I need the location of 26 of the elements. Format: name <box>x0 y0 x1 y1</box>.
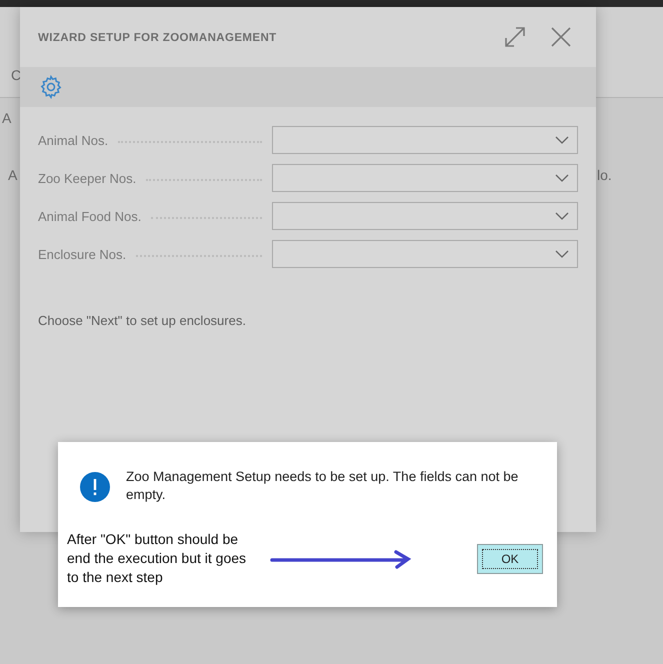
field-label: Animal Nos. <box>38 132 108 148</box>
dialog-title: WIZARD SETUP FOR ZOOMANAGEMENT <box>38 31 278 44</box>
dropdown-field[interactable] <box>272 202 578 230</box>
chevron-down-icon <box>555 136 569 144</box>
background-text: lo. <box>597 167 612 183</box>
info-icon <box>80 472 110 502</box>
expand-icon <box>503 25 527 49</box>
annotation-text: After "OK" button should be end the execution but it goes to the next step <box>67 530 248 587</box>
dropdown-field[interactable] <box>272 164 578 192</box>
background-text: A <box>2 110 12 126</box>
dropdown-field[interactable] <box>272 240 578 268</box>
settings-icon[interactable] <box>38 74 64 100</box>
dropdown-field[interactable] <box>272 126 578 154</box>
field-label: Animal Food Nos. <box>38 208 142 224</box>
chevron-down-icon <box>555 174 569 182</box>
chevron-down-icon <box>555 212 569 220</box>
instruction-text: Choose "Next" to set up enclosures. <box>38 313 247 328</box>
ok-button[interactable]: OK <box>477 544 543 574</box>
background-text: C <box>11 67 22 83</box>
close-icon <box>550 26 572 48</box>
field-label: Zoo Keeper Nos. <box>38 170 136 186</box>
arrow-icon <box>270 548 412 568</box>
chevron-down-icon <box>555 250 569 258</box>
message-text: Zoo Management Setup needs to be set up. The fields can not be empty. <box>126 468 520 504</box>
field-label: Enclosure Nos. <box>38 246 126 262</box>
background-text: A <box>8 167 18 183</box>
